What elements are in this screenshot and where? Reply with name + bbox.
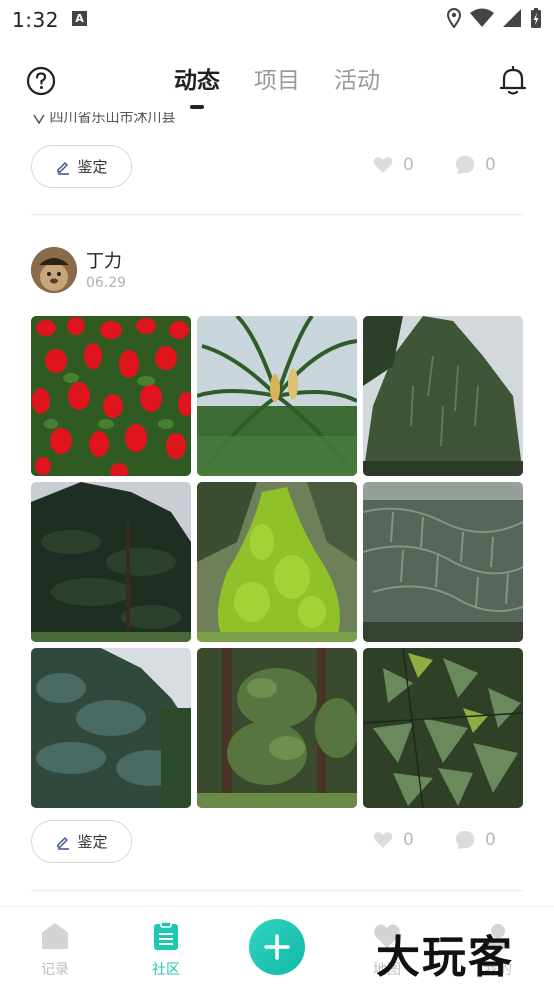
edit-icon [57, 161, 70, 175]
tab-dynamics[interactable]: 动态 [174, 63, 220, 109]
community-feed[interactable]: 四川省乐山市沐川县 鉴定 0 0 丁力 06.29 鉴定 0 0 [0, 110, 554, 906]
like-stat[interactable]: 0 [373, 830, 414, 850]
like-stat[interactable]: 0 [373, 155, 414, 175]
comment-count: 0 [485, 830, 496, 850]
post-date: 06.29 [86, 275, 127, 291]
photo-blue-spruce[interactable] [31, 648, 191, 808]
avatar[interactable] [31, 247, 77, 293]
photo-broadleaf-shrub[interactable] [363, 648, 523, 808]
comment-icon [456, 156, 474, 174]
post-location-text: 四川省乐山市沐川县 [49, 112, 176, 126]
post-location: 四川省乐山市沐川县 [33, 112, 175, 128]
photo-grid [31, 316, 524, 809]
photo-cycad-palm[interactable] [197, 316, 357, 476]
wifi-icon [470, 8, 494, 27]
edit-icon [57, 836, 70, 850]
home-icon [42, 923, 68, 949]
status-icons [446, 7, 542, 29]
location-icon [446, 8, 462, 28]
nav-records-label: 记录 [41, 962, 69, 978]
status-bar: 1:32 A [0, 0, 554, 40]
notification-a-icon: A [72, 11, 87, 26]
bell-icon[interactable] [498, 64, 528, 96]
photo-weeping-conifer[interactable] [363, 316, 523, 476]
photo-red-salvia-flowers[interactable] [31, 316, 191, 476]
pin-icon [33, 114, 45, 125]
identify-button[interactable]: 鉴定 [31, 820, 132, 863]
status-time: 1:32 [12, 8, 59, 32]
photo-drooping-pine[interactable] [363, 482, 523, 642]
nav-community-label: 社区 [152, 962, 180, 978]
battery-icon [531, 8, 541, 28]
plus-icon [264, 934, 290, 960]
tab-activities[interactable]: 活动 [334, 63, 380, 103]
heart-icon [373, 832, 393, 848]
bottom-nav: 记录 社区 地图 我的 大玩客 [0, 906, 554, 985]
nav-community[interactable]: 社区 [131, 907, 201, 985]
comment-count: 0 [485, 155, 496, 175]
like-count: 0 [403, 155, 414, 175]
nav-records[interactable]: 记录 [20, 907, 90, 985]
post-divider [31, 214, 523, 215]
clipboard-icon [154, 921, 178, 950]
photo-ivy-covered-trees[interactable] [197, 648, 357, 808]
watermark-logo: 大玩客 [376, 932, 514, 983]
post-user-name[interactable]: 丁力 [86, 247, 122, 273]
photo-dark-fir-tree[interactable] [31, 482, 191, 642]
like-count: 0 [403, 830, 414, 850]
identify-label: 鉴定 [77, 158, 108, 176]
identify-label: 鉴定 [77, 833, 108, 851]
post-actions: 鉴定 0 0 [31, 820, 523, 864]
add-post-button[interactable] [249, 919, 305, 975]
post-header: 丁力 06.29 [31, 247, 523, 297]
signal-icon [503, 9, 521, 27]
tab-projects[interactable]: 项目 [254, 63, 300, 103]
feed-tabs: 动态 项目 活动 [0, 63, 554, 109]
post-actions: 鉴定 0 0 [31, 145, 523, 189]
comment-stat[interactable]: 0 [455, 830, 496, 850]
post-divider [31, 890, 523, 891]
app-header: 动态 项目 活动 [0, 55, 554, 110]
comment-icon [456, 831, 474, 849]
photo-golden-cypress[interactable] [197, 482, 357, 642]
identify-button[interactable]: 鉴定 [31, 145, 132, 188]
comment-stat[interactable]: 0 [455, 155, 496, 175]
heart-icon [373, 157, 393, 173]
